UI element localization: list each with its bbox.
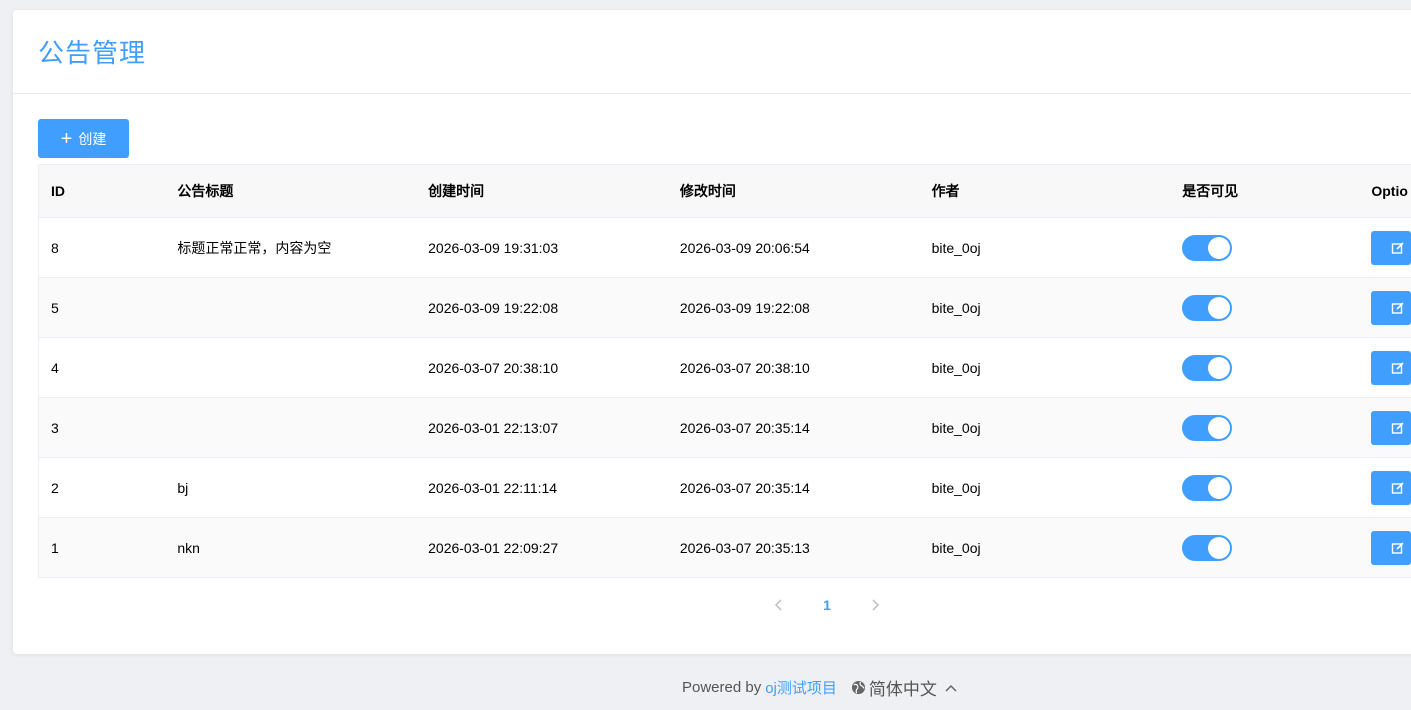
cell-created-time: 2026-03-07 20:38:10	[428, 359, 559, 376]
column-header-modified: 修改时间	[679, 183, 736, 199]
edit-icon	[1392, 421, 1404, 434]
table-header-row: ID 公告标题 创建时间 修改时间 作者 是否可见 Optio	[39, 164, 1411, 218]
cell-id: 3	[51, 419, 59, 436]
edit-button[interactable]	[1371, 470, 1411, 505]
cell-option	[1359, 530, 1411, 565]
cell-created-time: 2026-03-09 19:31:03	[428, 239, 559, 256]
cell-title: nkn	[177, 539, 200, 556]
cell-option	[1359, 410, 1411, 445]
column-header-title: 公告标题	[177, 183, 234, 199]
language-label: 简体中文	[868, 680, 937, 699]
edit-button[interactable]	[1371, 230, 1411, 265]
visibility-toggle[interactable]	[1182, 534, 1233, 561]
toggle-knob	[1208, 296, 1231, 319]
cell-option	[1359, 230, 1411, 265]
chevron-right-icon[interactable]	[859, 589, 891, 621]
cell-modified-time: 2026-03-07 20:38:10	[679, 359, 810, 376]
chevron-up-icon	[945, 684, 957, 692]
cell-visible	[1170, 474, 1359, 501]
cell-visible	[1170, 234, 1359, 261]
column-header-author: 作者	[931, 183, 960, 199]
cell-id: 2	[51, 479, 59, 496]
edit-button[interactable]	[1371, 290, 1411, 325]
cell-modified-time: 2026-03-09 20:06:54	[679, 239, 810, 256]
cell-id: 8	[51, 239, 59, 256]
cell-author: bite_0oj	[931, 419, 981, 436]
visibility-toggle[interactable]	[1182, 234, 1233, 261]
cell-visible	[1170, 294, 1359, 321]
table-row: 5 2026-03-09 19:22:08 2026-03-09 19:22:08 b…	[39, 278, 1411, 338]
column-header-visible: 是否可见	[1182, 183, 1239, 199]
column-header-option: Optio	[1371, 183, 1408, 199]
visibility-toggle[interactable]	[1182, 474, 1233, 501]
toggle-knob	[1208, 476, 1231, 499]
cell-visible	[1170, 354, 1359, 381]
cell-author: bite_0oj	[931, 359, 981, 376]
cell-author: bite_0oj	[931, 479, 981, 496]
edit-button[interactable]	[1371, 530, 1411, 565]
edit-icon	[1392, 481, 1404, 494]
footer: Powered by oj测试项目 简体中文	[682, 675, 958, 700]
page-number[interactable]: 1	[811, 589, 843, 621]
create-button[interactable]: + 创建	[38, 119, 129, 158]
cell-visible	[1170, 534, 1359, 561]
cell-created-time: 2026-03-01 22:09:27	[428, 539, 559, 556]
plus-icon: +	[60, 127, 73, 150]
column-header-created: 创建时间	[428, 183, 485, 199]
cell-created-time: 2026-03-01 22:11:14	[428, 479, 558, 496]
cell-title: bj	[177, 479, 189, 496]
cell-option	[1359, 290, 1411, 325]
edit-icon	[1392, 541, 1404, 554]
card-header: 公告管理	[13, 10, 1411, 94]
pagination: 1	[763, 589, 891, 621]
cell-modified-time: 2026-03-07 20:35:14	[679, 479, 810, 496]
table-row: 2 bj 2026-03-01 22:11:14 2026-03-07 20:35:1…	[39, 458, 1411, 518]
cell-title: 标题正常正常，内容为空	[177, 239, 332, 256]
project-link[interactable]: oj测试项目	[765, 677, 837, 698]
table-row: 1 nkn 2026-03-01 22:09:27 2026-03-07 20:35:…	[39, 518, 1411, 578]
create-button-label: 创建	[78, 130, 107, 147]
cell-modified-time: 2026-03-07 20:35:14	[679, 419, 810, 436]
cell-option	[1359, 350, 1411, 385]
announcement-table: ID 公告标题 创建时间 修改时间 作者 是否可见 Optio 8 标题正常正常，…	[38, 164, 1411, 578]
cell-option	[1359, 470, 1411, 505]
edit-icon	[1392, 241, 1404, 254]
edit-button[interactable]	[1371, 350, 1411, 385]
cell-visible	[1170, 414, 1359, 441]
cell-id: 4	[51, 359, 59, 376]
cell-modified-time: 2026-03-09 19:22:08	[679, 299, 810, 316]
visibility-toggle[interactable]	[1182, 294, 1233, 321]
language-selector[interactable]: 简体中文	[851, 675, 958, 700]
cell-author: bite_0oj	[931, 299, 981, 316]
toggle-knob	[1208, 356, 1231, 379]
visibility-toggle[interactable]	[1182, 414, 1233, 441]
edit-button[interactable]	[1371, 410, 1411, 445]
table-row: 8 标题正常正常，内容为空 2026-03-09 19:31:03 2026-03-0…	[39, 218, 1411, 278]
table-row: 4 2026-03-07 20:38:10 2026-03-07 20:38:10 b…	[39, 338, 1411, 398]
column-header-id: ID	[51, 183, 65, 199]
toggle-knob	[1208, 236, 1231, 259]
powered-by-text: Powered by	[682, 679, 762, 696]
cell-created-time: 2026-03-01 22:13:07	[428, 419, 559, 436]
visibility-toggle[interactable]	[1182, 354, 1233, 381]
table-row: 3 2026-03-01 22:13:07 2026-03-07 20:35:14 b…	[39, 398, 1411, 458]
toggle-knob	[1208, 416, 1231, 439]
table-body: 8 标题正常正常，内容为空 2026-03-09 19:31:03 2026-03-0…	[39, 218, 1411, 578]
edit-icon	[1392, 301, 1404, 314]
globe-icon	[851, 680, 865, 695]
cell-created-time: 2026-03-09 19:22:08	[428, 299, 559, 316]
announcement-card: 公告管理 + 创建 ID 公告标题 创建时间 修改时间 作者 是否可见 Opti…	[13, 10, 1411, 654]
cell-id: 1	[51, 539, 59, 556]
toggle-knob	[1208, 536, 1231, 559]
edit-icon	[1392, 361, 1404, 374]
cell-author: bite_0oj	[931, 239, 981, 256]
chevron-left-icon[interactable]	[763, 589, 795, 621]
cell-modified-time: 2026-03-07 20:35:13	[679, 539, 810, 556]
page-title: 公告管理	[38, 38, 147, 68]
cell-id: 5	[51, 299, 59, 316]
cell-author: bite_0oj	[931, 539, 981, 556]
